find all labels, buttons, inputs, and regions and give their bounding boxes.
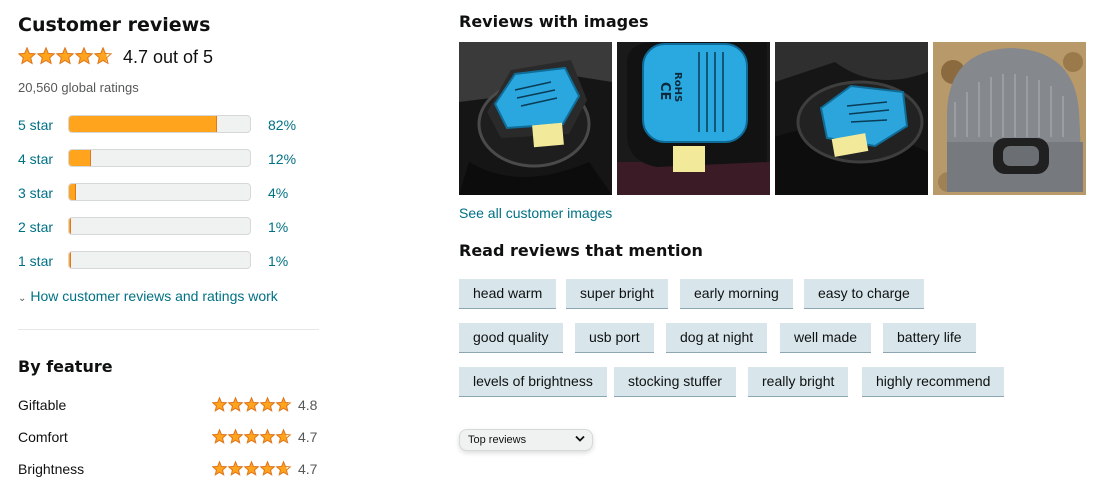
mention-chip[interactable]: highly recommend [862, 367, 1005, 397]
read-reviews-mention-heading: Read reviews that mention [459, 241, 703, 260]
average-rating-text: 4.7 out of 5 [123, 47, 214, 67]
feature-name: Comfort [18, 429, 68, 445]
review-photo-3-image [775, 42, 928, 195]
histogram-row-2[interactable]: 2 star 1% [18, 217, 308, 237]
divider [18, 329, 319, 330]
histogram-bar-fill [69, 184, 77, 200]
mention-chip[interactable]: good quality [459, 323, 563, 353]
how-reviews-work-label[interactable]: How customer reviews and ratings work [30, 288, 277, 304]
histogram-percent[interactable]: 82% [268, 117, 296, 133]
histogram-bar[interactable] [68, 149, 251, 167]
histogram-row-3[interactable]: 3 star 4% [18, 183, 308, 203]
review-photo-4[interactable] [933, 42, 1086, 195]
svg-text:RoHS: RoHS [672, 72, 683, 102]
mention-chip[interactable]: battery life [883, 323, 976, 353]
feature-row-brightness: Brightness 4.7 [18, 459, 320, 479]
histogram-label[interactable]: 5 star [18, 117, 53, 133]
histogram-label[interactable]: 3 star [18, 185, 53, 201]
chevron-down-icon [575, 435, 585, 442]
mention-chip[interactable]: head warm [459, 279, 557, 309]
feature-rating-value: 4.7 [298, 461, 318, 477]
mention-chip[interactable]: usb port [575, 323, 654, 353]
by-feature-heading: By feature [18, 357, 113, 376]
feature-stars-icon [212, 429, 292, 444]
review-photo-2[interactable]: CE RoHS [617, 42, 770, 195]
mention-chip[interactable]: levels of brightness [459, 367, 607, 397]
histogram-row-1[interactable]: 1 star 1% [18, 251, 308, 271]
histogram-bar[interactable] [68, 251, 251, 269]
rating-stars-icon[interactable] [18, 47, 114, 67]
review-photo-1-image [459, 42, 612, 195]
feature-row-comfort: Comfort 4.7 [18, 427, 320, 447]
feature-row-giftable: Giftable 4.8 [18, 395, 320, 415]
histogram-percent[interactable]: 1% [268, 219, 288, 235]
review-photo-1[interactable] [459, 42, 612, 195]
feature-name: Brightness [18, 461, 85, 477]
feature-name: Giftable [18, 397, 67, 413]
review-photo-2-image: CE RoHS [617, 42, 770, 195]
histogram-label[interactable]: 4 star [18, 151, 53, 167]
mention-chip[interactable]: stocking stuffer [614, 367, 736, 397]
histogram-bar-fill [69, 150, 91, 166]
mention-chip[interactable]: easy to charge [804, 279, 924, 309]
histogram-percent[interactable]: 1% [268, 253, 288, 269]
feature-rating-value: 4.8 [298, 397, 318, 413]
histogram-bar-fill [69, 252, 72, 268]
histogram-label[interactable]: 2 star [18, 219, 53, 235]
sort-reviews-dropdown[interactable]: Top reviews [459, 429, 593, 451]
histogram-percent[interactable]: 4% [268, 185, 288, 201]
histogram-bar[interactable] [68, 183, 251, 201]
review-image-strip: CE RoHS [459, 42, 1089, 195]
mention-chip[interactable]: dog at night [666, 323, 768, 353]
histogram-bar[interactable] [68, 217, 251, 235]
sort-selected-value: Top reviews [468, 434, 527, 446]
histogram-row-5[interactable]: 5 star 82% [18, 115, 308, 135]
histogram-bar-fill [69, 218, 72, 234]
histogram-bar[interactable] [68, 115, 251, 133]
feature-rating-value: 4.7 [298, 429, 318, 445]
svg-text:CE: CE [657, 82, 672, 100]
histogram-row-4[interactable]: 4 star 12% [18, 149, 308, 169]
review-photo-4-image [933, 42, 1086, 195]
reviews-with-images-heading: Reviews with images [459, 12, 649, 31]
global-ratings-count: 20,560 global ratings [18, 80, 139, 95]
mention-chip[interactable]: really bright [748, 367, 849, 397]
see-all-images-link[interactable]: See all customer images [459, 205, 612, 221]
feature-stars-icon [212, 397, 292, 412]
histogram-percent[interactable]: 12% [268, 151, 296, 167]
how-reviews-work-link[interactable]: ⌄ How customer reviews and ratings work [18, 288, 278, 304]
mention-chip[interactable]: super bright [566, 279, 668, 309]
customer-reviews-heading: Customer reviews [18, 14, 211, 36]
review-photo-3[interactable] [775, 42, 928, 195]
mention-chip[interactable]: early morning [680, 279, 793, 309]
histogram-bar-fill [69, 116, 218, 132]
mention-chip[interactable]: well made [780, 323, 872, 353]
histogram-label[interactable]: 1 star [18, 253, 53, 269]
feature-stars-icon [212, 461, 292, 476]
chevron-down-icon: ⌄ [18, 293, 27, 304]
